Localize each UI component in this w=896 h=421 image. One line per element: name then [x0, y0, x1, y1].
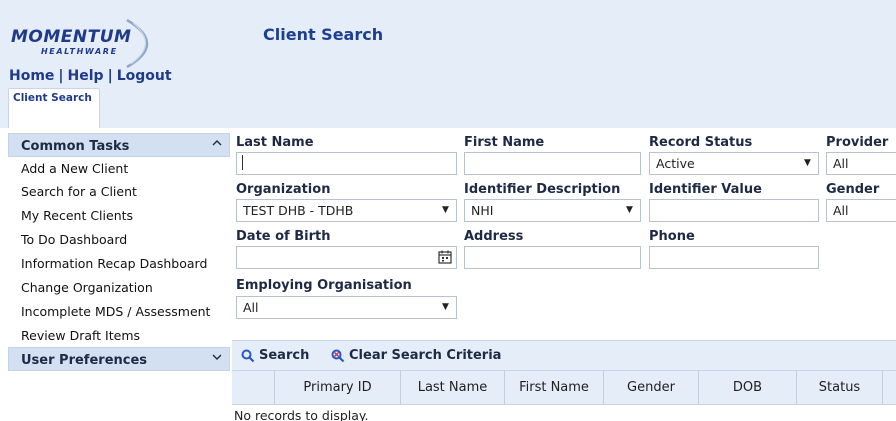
identifier-value-label: Identifier Value [649, 182, 762, 197]
provider-value: All [833, 156, 849, 171]
gender-label: Gender [826, 182, 880, 197]
sidebar-item-change-organization[interactable]: Change Organization [8, 276, 230, 300]
record-status-label: Record Status [649, 135, 753, 150]
search-icon [241, 349, 255, 363]
column-primary-id[interactable]: Primary ID [274, 371, 400, 405]
record-status-select[interactable]: Active ▼ [649, 152, 819, 175]
organization-value: TEST DHB - TDHB [243, 203, 354, 218]
dropdown-arrow-icon[interactable]: ▼ [434, 200, 456, 221]
dropdown-arrow-icon[interactable]: ▼ [796, 153, 818, 174]
momentum-logo[interactable]: MOMENTUM HEALTHWARE [9, 14, 159, 70]
no-records-message: No records to display. [234, 408, 369, 421]
first-name-label: First Name [464, 135, 545, 150]
identifier-description-label: Identifier Description [464, 182, 621, 197]
sidebar-item-add-client[interactable]: Add a New Client [8, 157, 230, 181]
sidebar-item-recent-clients[interactable]: My Recent Clients [8, 204, 230, 228]
results-toolbar: Search Clear Search Criteria [232, 340, 896, 370]
record-status-value: Active [656, 156, 695, 171]
top-nav: Home | Help | Logout [9, 68, 172, 84]
address-label: Address [464, 229, 524, 244]
chevron-up-icon[interactable] [211, 137, 223, 153]
home-link[interactable]: Home [9, 68, 54, 84]
last-name-label: Last Name [236, 135, 314, 150]
clear-search-button[interactable]: Clear Search Criteria [331, 348, 501, 363]
phone-input[interactable] [649, 246, 819, 269]
logo-wordmark: MOMENTUM [11, 27, 132, 47]
column-overflow [882, 371, 896, 405]
column-gender[interactable]: Gender [603, 371, 698, 405]
results-grid-header: Primary ID Last Name First Name Gender D… [232, 370, 896, 405]
sidebar-item-incomplete-mds[interactable]: Incomplete MDS / Assessment [8, 300, 230, 324]
search-button[interactable]: Search [241, 348, 309, 363]
dropdown-arrow-icon[interactable]: ▼ [434, 297, 456, 318]
logout-link[interactable]: Logout [117, 68, 172, 84]
common-tasks-header[interactable]: Common Tasks [8, 133, 230, 157]
clear-search-button-label: Clear Search Criteria [349, 348, 502, 363]
identifier-description-select[interactable]: NHI ▼ [464, 199, 641, 222]
column-dob[interactable]: DOB [698, 371, 796, 405]
text-cursor [242, 155, 243, 170]
date-of-birth-input[interactable] [236, 246, 457, 269]
identifier-description-value: NHI [471, 203, 494, 218]
last-name-input[interactable] [236, 152, 457, 175]
identifier-value-input[interactable] [649, 199, 819, 222]
chevron-down-icon[interactable] [211, 351, 223, 367]
clear-search-icon [331, 349, 345, 363]
page-title: Client Search [263, 25, 384, 44]
user-preferences-header[interactable]: User Preferences [8, 347, 230, 371]
tab-client-search-label: Client Search [13, 92, 92, 104]
employing-organisation-value: All [243, 300, 259, 315]
gender-select[interactable]: All [826, 199, 896, 222]
column-status[interactable]: Status [796, 371, 882, 405]
sidebar-item-review-drafts[interactable]: Review Draft Items [8, 324, 230, 348]
phone-label: Phone [649, 229, 695, 244]
column-last-name[interactable]: Last Name [400, 371, 504, 405]
common-tasks-title: Common Tasks [21, 139, 130, 154]
column-select[interactable] [232, 371, 274, 405]
organization-label: Organization [236, 182, 331, 197]
column-first-name[interactable]: First Name [504, 371, 603, 405]
provider-label: Provider [826, 135, 889, 150]
calendar-icon[interactable] [438, 250, 452, 264]
employing-organisation-select[interactable]: All ▼ [236, 296, 457, 319]
user-preferences-title: User Preferences [21, 353, 148, 368]
organization-select[interactable]: TEST DHB - TDHB ▼ [236, 199, 457, 222]
first-name-input[interactable] [464, 152, 641, 175]
help-link[interactable]: Help [68, 68, 104, 84]
tab-client-search[interactable]: Client Search [8, 88, 100, 128]
logo-subtitle: HEALTHWARE [41, 47, 118, 56]
sidebar-item-todo-dashboard[interactable]: To Do Dashboard [8, 228, 230, 252]
app-header: MOMENTUM HEALTHWARE Home | Help | Logout Cli… [0, 0, 896, 128]
address-input[interactable] [464, 246, 641, 269]
sidebar-item-search-client[interactable]: Search for a Client [8, 180, 230, 204]
gender-value: All [833, 203, 849, 218]
sidebar-item-info-recap-dashboard[interactable]: Information Recap Dashboard [8, 252, 230, 276]
employing-organisation-label: Employing Organisation [236, 278, 412, 293]
dropdown-arrow-icon[interactable]: ▼ [618, 200, 640, 221]
date-of-birth-label: Date of Birth [236, 229, 331, 244]
provider-select[interactable]: All [826, 152, 896, 175]
